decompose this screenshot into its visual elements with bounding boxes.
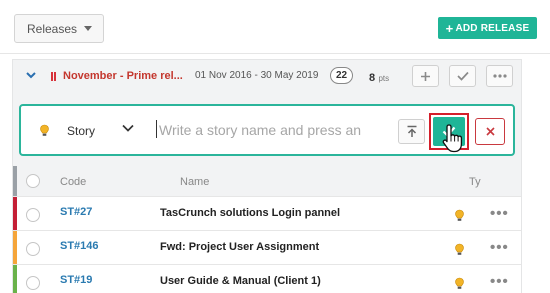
column-code[interactable]: Code <box>60 176 86 188</box>
table-row[interactable]: ST#27 TasCrunch solutions Login pannel •… <box>13 196 521 230</box>
lightbulb-icon <box>455 209 464 221</box>
add-story-button[interactable] <box>412 65 439 87</box>
story-name[interactable]: User Guide & Manual (Client 1) <box>160 275 321 287</box>
priority-strip <box>13 231 17 264</box>
add-to-top-button[interactable] <box>398 119 425 144</box>
table-row[interactable]: ST#19 User Guide & Manual (Client 1) ••• <box>13 264 521 293</box>
check-icon <box>456 71 469 81</box>
priority-strip <box>13 265 17 293</box>
hand-cursor-icon <box>442 124 463 153</box>
table-row[interactable]: ST#146 Fwd: Project User Assignment ••• <box>13 230 521 264</box>
caret-down-icon <box>84 26 93 31</box>
complete-release-button[interactable] <box>449 65 476 87</box>
move-to-top-icon <box>407 125 416 137</box>
release-header: November - Prime rel... 01 Nov 2016 - 30… <box>13 60 523 93</box>
release-more-button[interactable] <box>486 65 513 87</box>
row-more-icon[interactable]: ••• <box>490 205 509 222</box>
priority-strip <box>13 197 17 230</box>
story-code-link[interactable]: ST#146 <box>60 240 99 252</box>
column-type[interactable]: Ty <box>469 176 481 188</box>
story-name[interactable]: Fwd: Project User Assignment <box>160 241 319 253</box>
row-checkbox[interactable] <box>26 208 40 222</box>
pause-icon <box>51 72 56 81</box>
text-caret <box>156 120 157 138</box>
collapse-chevron-icon[interactable] <box>26 70 36 80</box>
lightbulb-icon <box>455 277 464 289</box>
story-name-input[interactable] <box>159 119 391 141</box>
add-release-label: ADD RELEASE <box>455 22 530 34</box>
release-points-value: 8 <box>369 72 376 84</box>
header-strip <box>13 166 17 196</box>
story-code-link[interactable]: ST#27 <box>60 206 92 218</box>
close-icon <box>485 127 495 136</box>
story-type-label[interactable]: Story <box>67 124 95 138</box>
plus-icon: + <box>445 20 454 36</box>
toolbar-divider <box>0 53 550 54</box>
row-checkbox[interactable] <box>26 242 40 256</box>
more-icon <box>492 74 507 78</box>
lightbulb-icon <box>455 243 464 255</box>
releases-dropdown[interactable]: Releases <box>14 14 104 43</box>
release-panel: November - Prime rel... 01 Nov 2016 - 30… <box>12 59 522 293</box>
lightbulb-icon <box>40 124 49 136</box>
cancel-add-button[interactable] <box>475 118 505 145</box>
chevron-down-icon[interactable] <box>121 122 135 134</box>
release-points: 8 pts <box>369 70 389 84</box>
column-name[interactable]: Name <box>180 176 209 188</box>
table-header: Code Name Ty <box>13 166 521 196</box>
story-name[interactable]: TasCrunch solutions Login pannel <box>160 207 340 219</box>
add-release-button[interactable]: + ADD RELEASE <box>438 17 537 39</box>
release-name[interactable]: November - Prime rel... <box>63 70 183 82</box>
story-count-badge: 22 <box>330 67 353 84</box>
release-points-unit: pts <box>378 74 390 83</box>
releases-dropdown-label: Releases <box>27 21 78 36</box>
story-code-link[interactable]: ST#19 <box>60 274 92 286</box>
select-all-checkbox[interactable] <box>26 174 40 188</box>
row-checkbox[interactable] <box>26 276 40 290</box>
row-more-icon[interactable]: ••• <box>490 239 509 256</box>
release-date-range: 01 Nov 2016 - 30 May 2019 <box>195 70 319 81</box>
plus-icon <box>421 71 430 81</box>
row-more-icon[interactable]: ••• <box>490 273 509 290</box>
